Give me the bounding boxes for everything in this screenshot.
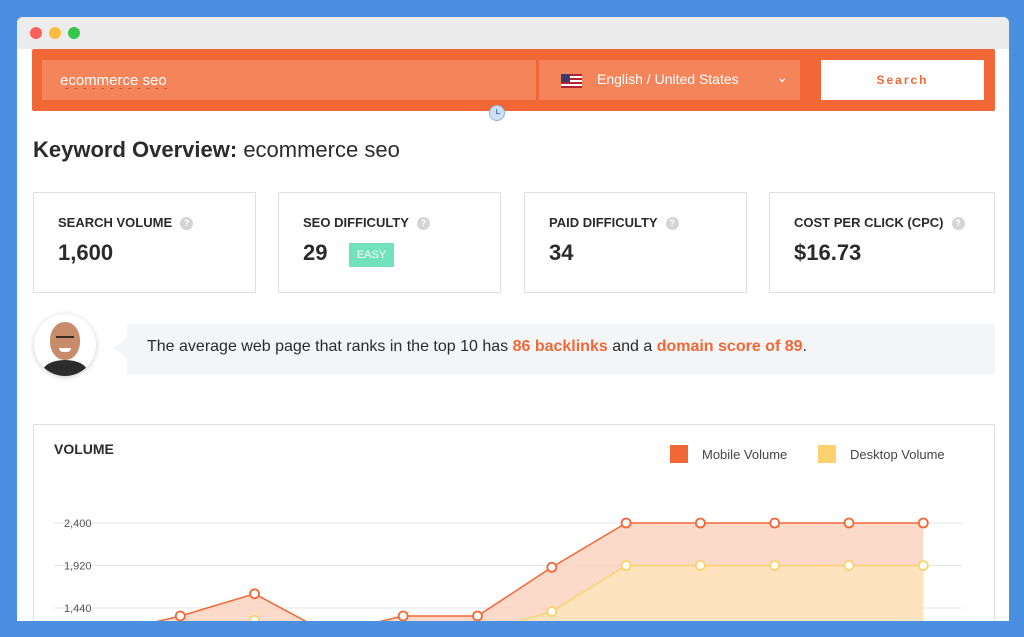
chevron-down-icon: ⌄ [776, 69, 788, 85]
desktop-point[interactable] [695, 560, 706, 571]
us-flag-icon [561, 74, 582, 88]
seo-difficulty-label-text: SEO DIFFICULTY [303, 215, 409, 230]
search-bar: English / United States ⌄ Search [32, 49, 995, 111]
tip-text-2: and a [607, 338, 657, 355]
maximize-window-button[interactable] [68, 27, 80, 39]
close-window-button[interactable] [30, 27, 42, 39]
desktop-point[interactable] [769, 560, 781, 571]
page-title: Keyword Overview: ecommerce seo [33, 137, 400, 163]
search-button[interactable]: Search [821, 60, 984, 100]
mobile-point[interactable] [695, 517, 706, 529]
volume-chart: 1,440 1,920 2,400 [54, 517, 962, 621]
seo-difficulty-card: SEO DIFFICULTY? 29 EASY [278, 192, 501, 293]
help-icon[interactable]: ? [180, 217, 194, 230]
cpc-value: $16.73 [794, 240, 862, 265]
browser-window: English / United States ⌄ Search Keyword… [17, 17, 1009, 621]
mobile-point[interactable] [769, 517, 781, 529]
desktop-point[interactable] [249, 614, 260, 621]
cpc-label: COST PER CLICK (CPC)? [794, 215, 965, 230]
mobile-point[interactable] [249, 588, 261, 600]
insight-tip: The average web page that ranks in the t… [113, 324, 995, 374]
minimize-window-button[interactable] [49, 27, 61, 39]
volume-chart-card: VOLUME Mobile Volume Desktop Volume 1,44… [33, 424, 995, 621]
mobile-point[interactable] [546, 561, 558, 573]
help-icon[interactable]: ? [665, 217, 679, 230]
keyword-input[interactable] [42, 60, 536, 100]
y-tick-label: 1,440 [64, 603, 92, 615]
mobile-point[interactable] [843, 517, 855, 529]
avatar [34, 314, 96, 376]
backlinks-highlight: 86 backlinks [512, 338, 608, 355]
mobile-point[interactable] [472, 610, 483, 621]
mobile-point[interactable] [397, 610, 409, 621]
paid-difficulty-value: 34 [549, 240, 574, 265]
tip-text-3: . [802, 338, 807, 355]
mobile-point[interactable] [174, 610, 186, 621]
difficulty-badge: EASY [349, 243, 394, 267]
paid-difficulty-label-text: PAID DIFFICULTY [549, 215, 658, 230]
history-icon[interactable] [489, 105, 505, 121]
seo-difficulty-label: SEO DIFFICULTY? [303, 215, 430, 230]
search-volume-label-text: SEARCH VOLUME [58, 215, 173, 230]
help-icon[interactable]: ? [416, 217, 430, 230]
title-prefix: Keyword Overview: [33, 137, 238, 162]
domain-score-highlight: domain score of 89 [656, 338, 803, 355]
mobile-point[interactable] [917, 517, 929, 529]
paid-difficulty-card: PAID DIFFICULTY? 34 [524, 192, 747, 293]
title-keyword: ecommerce seo [243, 137, 400, 162]
tip-text-1: The average web page that ranks in the t… [147, 338, 513, 355]
desktop-point[interactable] [546, 606, 558, 617]
paid-difficulty-label: PAID DIFFICULTY? [549, 215, 679, 230]
search-volume-label: SEARCH VOLUME? [58, 215, 194, 230]
seo-difficulty-value: 29 [303, 240, 328, 265]
search-volume-card: SEARCH VOLUME? 1,600 [33, 192, 256, 293]
help-icon[interactable]: ? [951, 217, 965, 230]
language-select[interactable]: English / United States ⌄ [539, 60, 800, 100]
cpc-card: COST PER CLICK (CPC)? $16.73 [769, 192, 995, 293]
cpc-label-text: COST PER CLICK (CPC) [794, 215, 944, 230]
language-label: English / United States [597, 71, 739, 87]
desktop-point[interactable] [620, 560, 632, 571]
y-tick-label: 1,920 [64, 561, 92, 573]
y-tick-label: 2,400 [64, 518, 92, 530]
mobile-point[interactable] [620, 517, 632, 529]
search-volume-value: 1,600 [58, 240, 114, 265]
title-bar [17, 17, 1009, 49]
desktop-point[interactable] [843, 560, 855, 571]
desktop-point[interactable] [917, 560, 929, 571]
